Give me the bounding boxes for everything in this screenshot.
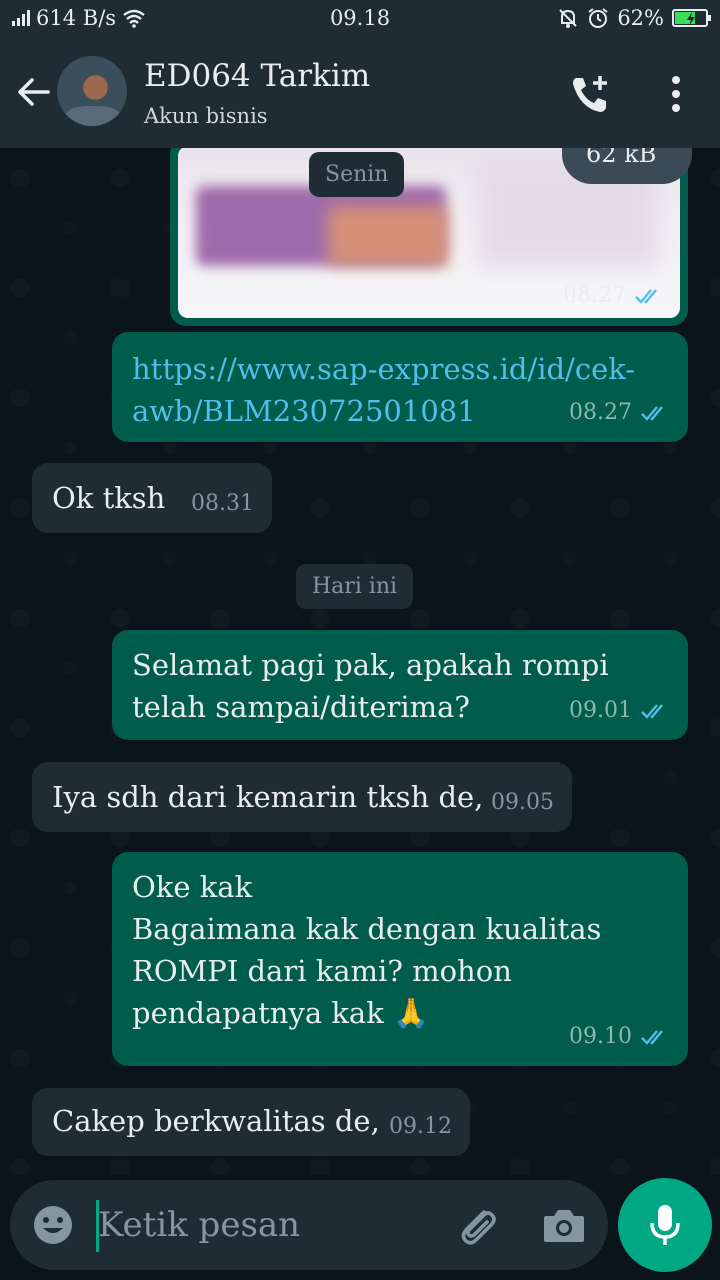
attach-icon[interactable] (454, 1202, 500, 1248)
more-options-icon[interactable] (664, 72, 688, 116)
read-ticks-icon (641, 704, 663, 719)
message-time: 08.27 (569, 400, 632, 425)
image-message[interactable]: 62 kB 08.27 (170, 148, 692, 326)
voice-message-button[interactable] (618, 1178, 712, 1272)
status-bar: 614 B/s 09.18 62% (0, 0, 720, 38)
chat-area[interactable]: 62 kB 08.27 Senin https://www.sap-expres… (0, 148, 720, 1175)
read-ticks-icon (635, 288, 657, 304)
emoji-icon[interactable] (32, 1204, 74, 1246)
avatar[interactable] (57, 56, 127, 126)
link-message[interactable]: https://www.sap-express.id/id/cek- awb/B… (112, 332, 688, 442)
mute-bell-icon (559, 9, 578, 28)
chat-header: ED064 Tarkim Akun bisnis (0, 38, 720, 148)
message-text: Ok tksh (52, 481, 166, 515)
read-ticks-icon (641, 406, 663, 421)
message-text: Cakep berkwalitas de, (52, 1104, 380, 1138)
file-size-badge: 62 kB (562, 148, 692, 184)
message-composer (10, 1180, 608, 1270)
date-divider-hari-ini: Hari ini (296, 564, 414, 609)
contact-name[interactable]: ED064 Tarkim (144, 58, 370, 94)
alarm-icon (588, 8, 608, 28)
read-ticks-icon (641, 1030, 663, 1045)
microphone-icon (650, 1205, 680, 1245)
message-input[interactable] (98, 1194, 428, 1256)
battery-icon (672, 9, 711, 27)
back-arrow-icon[interactable] (16, 74, 52, 110)
incoming-message[interactable]: Iya sdh dari kemarin tksh de, 09.05 (32, 762, 572, 832)
message-time: 09.12 (389, 1114, 452, 1139)
incoming-message[interactable]: Cakep berkwalitas de, 09.12 (32, 1088, 470, 1156)
contact-subtitle: Akun bisnis (144, 104, 268, 128)
message-time: 08.27 (563, 283, 626, 308)
message-time: 09.10 (569, 1024, 632, 1049)
message-text: Iya sdh dari kemarin tksh de, (52, 780, 484, 814)
battery-percent: 62% (617, 6, 664, 30)
message-time: 09.01 (569, 698, 632, 723)
date-divider-senin: Senin (309, 152, 405, 197)
outgoing-message[interactable]: Selamat pagi pak, apakah rompi telah sam… (112, 630, 688, 740)
message-time: 08.31 (191, 491, 254, 516)
message-text: Oke kak Bagaimana kak dengan kualitas RO… (132, 870, 602, 1030)
message-time: 09.05 (491, 790, 554, 815)
camera-icon[interactable] (542, 1204, 586, 1246)
outgoing-message[interactable]: Oke kak Bagaimana kak dengan kualitas RO… (112, 852, 688, 1066)
incoming-message[interactable]: Ok tksh 08.31 (32, 463, 272, 533)
add-call-icon[interactable] (568, 72, 612, 116)
